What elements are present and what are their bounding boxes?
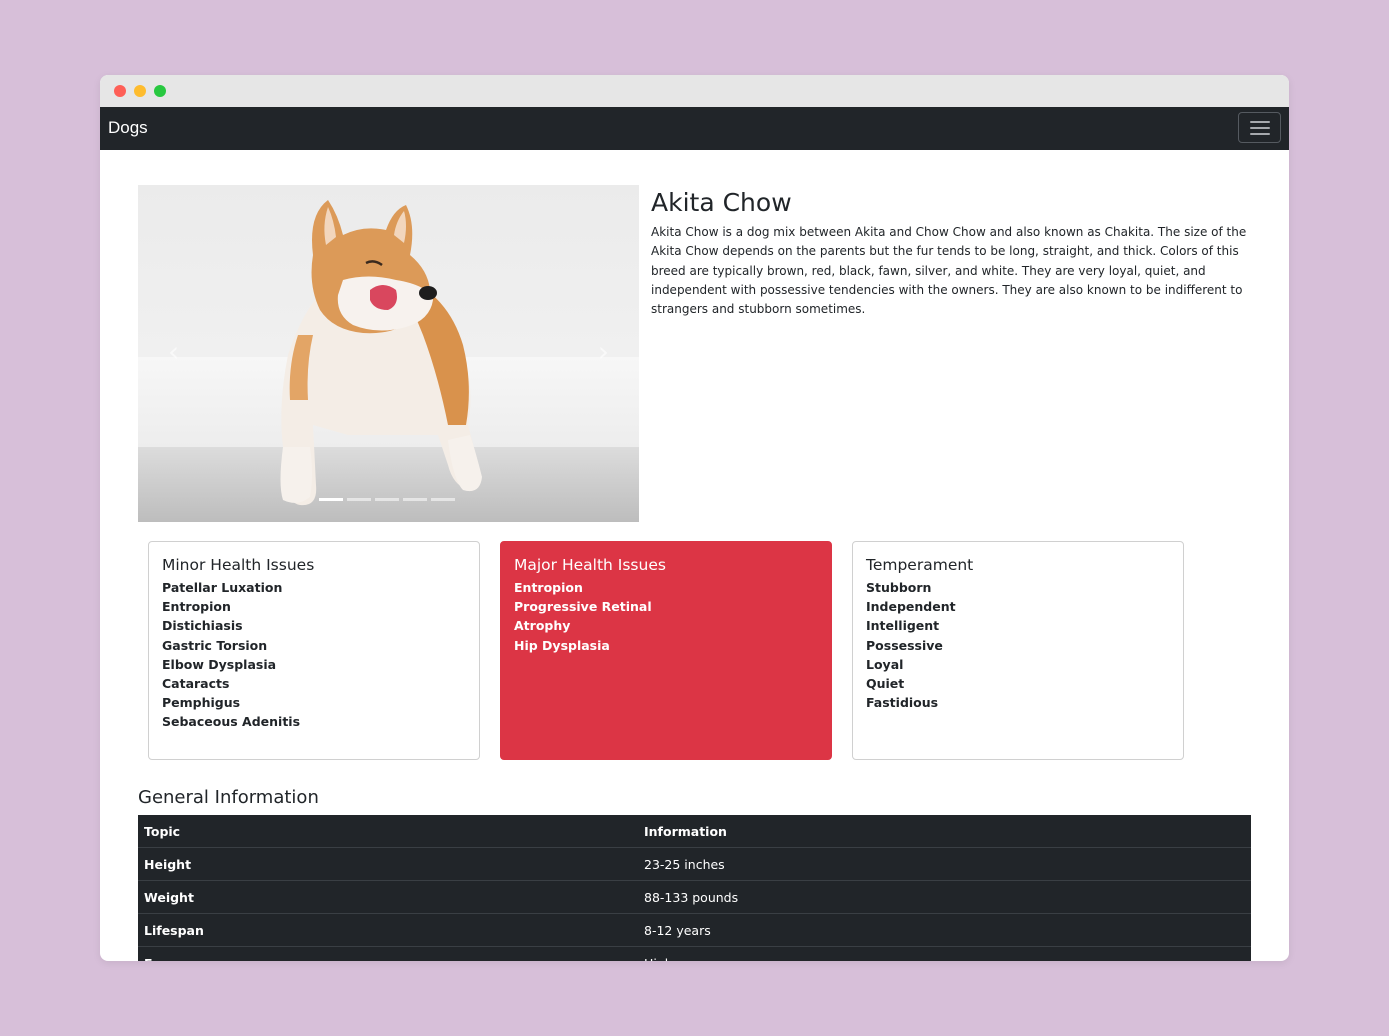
chevron-right-icon[interactable]: › (598, 335, 609, 368)
list-item: Patellar Luxation (162, 580, 283, 595)
browser-window: Dogs ‹ › Akita Chow Akita Chow is a dog … (100, 75, 1289, 961)
window-titlebar (100, 75, 1289, 107)
temperament-card: Temperament Stubborn Independent Intelli… (852, 541, 1184, 760)
hamburger-menu-icon-bar (1250, 133, 1270, 135)
list-item: Intelligent (866, 618, 940, 634)
carousel-indicator-5[interactable] (431, 498, 455, 501)
carousel-indicator-3[interactable] (375, 498, 399, 501)
minor-health-issues-card: Minor Health Issues Patellar Luxation En… (148, 541, 480, 760)
carousel-indicator-1[interactable] (319, 498, 343, 501)
hamburger-menu-icon (1250, 121, 1270, 123)
list-item: Gastric Torsion (162, 637, 268, 653)
row-topic: Energy (138, 946, 638, 961)
list-item: Possessive (866, 637, 943, 653)
card-title: Temperament (866, 556, 974, 574)
row-topic: Weight (138, 880, 638, 914)
column-header-information: Information (638, 815, 1251, 848)
card-title: Major Health Issues (514, 556, 666, 574)
list-item: Entropion (514, 580, 583, 595)
breed-description: Akita Chow is a dog mix between Akita an… (651, 225, 1247, 317)
row-value: High (638, 946, 1251, 961)
table-row: Weight 88-133 pounds (138, 880, 1251, 914)
maximize-window-button[interactable] (154, 85, 166, 97)
minimize-window-button[interactable] (134, 85, 146, 97)
list-item: Elbow Dysplasia (162, 656, 277, 672)
row-topic: Height (138, 847, 638, 881)
row-value: 8-12 years (638, 913, 1251, 947)
card-title: Minor Health Issues (162, 556, 315, 574)
carousel-indicators (319, 498, 455, 501)
chevron-left-icon[interactable]: ‹ (168, 335, 179, 368)
akita-chow-photo (280, 200, 482, 506)
list-item: Atrophy (514, 618, 571, 634)
list-item: Loyal (866, 656, 904, 672)
list-item: Distichiasis (162, 618, 243, 634)
breed-title: Akita Chow (651, 188, 792, 217)
close-window-button[interactable] (114, 85, 126, 97)
major-health-issues-card: Major Health Issues Entropion Progressiv… (500, 541, 832, 760)
minor-health-issues-list: Patellar Luxation Entropion Distichiasis… (162, 578, 466, 732)
table-row: Lifespan 8-12 years (138, 913, 1251, 947)
list-item: Fastidious (866, 695, 939, 711)
list-item: Sebaceous Adenitis (162, 714, 301, 730)
row-topic: Lifespan (138, 913, 638, 947)
table-header-row: Topic Information (138, 815, 1251, 848)
row-value: 23-25 inches (638, 847, 1251, 881)
list-item: Cataracts (162, 676, 230, 692)
list-item: Quiet (866, 676, 905, 692)
temperament-list: Stubborn Independent Intelligent Possess… (866, 578, 1170, 712)
list-item: Entropion (162, 599, 231, 615)
column-header-topic: Topic (138, 815, 638, 848)
major-health-issues-list: Entropion Progressive Retinal Atrophy Hi… (514, 578, 818, 655)
list-item: Stubborn (866, 580, 932, 595)
navbar-brand[interactable]: Dogs (108, 118, 148, 138)
list-item: Pemphigus (162, 695, 241, 711)
list-item: Progressive Retinal (514, 599, 652, 615)
general-information-title: General Information (138, 787, 319, 808)
list-item: Hip Dysplasia (514, 637, 610, 653)
table-row: Height 23-25 inches (138, 847, 1251, 881)
row-value: 88-133 pounds (638, 880, 1251, 914)
hamburger-menu-icon-bar (1250, 127, 1270, 129)
list-item: Independent (866, 599, 956, 615)
table-row: Energy High (138, 946, 1251, 961)
general-information-table: Topic Information Height 23-25 inches We… (138, 815, 1251, 961)
carousel-indicator-4[interactable] (403, 498, 427, 501)
navbar: Dogs (100, 107, 1289, 150)
carousel-indicator-2[interactable] (347, 498, 371, 501)
navbar-toggler-button[interactable] (1238, 112, 1281, 143)
image-carousel[interactable]: ‹ › (138, 185, 639, 522)
